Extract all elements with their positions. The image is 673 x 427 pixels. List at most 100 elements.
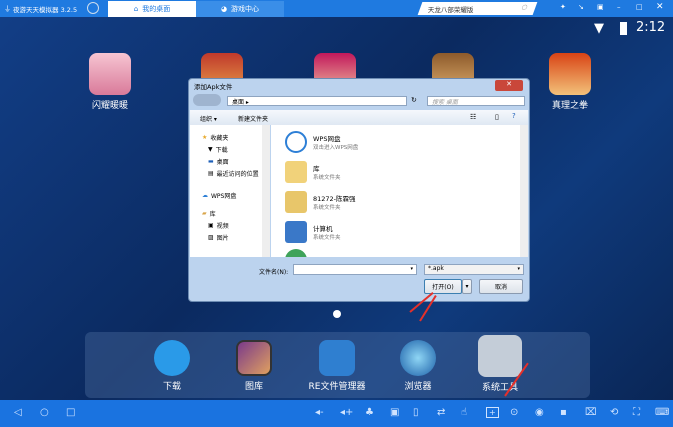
- network-icon: [285, 249, 307, 257]
- touch-icon[interactable]: ☝: [461, 407, 467, 418]
- nav-recent[interactable]: ▤ 最近访问的位置: [202, 167, 270, 179]
- help-icon[interactable]: ?: [512, 112, 516, 120]
- nav-wps[interactable]: ☁ WPS网盘: [202, 189, 270, 201]
- back-icon[interactable]: ◁: [14, 407, 22, 418]
- rotate-icon[interactable]: ⟲: [610, 407, 618, 418]
- app-title: 夜游天天模拟器 3.2.5: [13, 6, 78, 14]
- dialog-close-button[interactable]: ✕: [495, 80, 523, 91]
- nav-favorites[interactable]: ★ 收藏夹: [202, 131, 270, 143]
- organize-button[interactable]: 组织 ▾: [200, 114, 217, 123]
- location-icon[interactable]: ⊙: [510, 407, 518, 418]
- file-list: WPS网盘 双击进入WPS网盘 库系统文件夹 81272-陈霖强 系统文件夹 计算机…: [271, 125, 528, 257]
- dock-system-tools[interactable]: 系统工具: [470, 335, 530, 393]
- volume-down-icon[interactable]: ◂-: [315, 407, 324, 418]
- open-button[interactable]: 打开(O): [424, 279, 462, 294]
- add-apk-dialog: 添加Apk文件 ✕ 桌面 ▸ ↻ 搜索 桌面 组织 ▾ 新建文件夹 ☷ ▯ ? …: [188, 78, 530, 302]
- tab-game-center[interactable]: ◕ 游戏中心: [196, 1, 284, 17]
- folder-icon: [319, 340, 355, 376]
- dock-re-file-manager[interactable]: RE文件管理器: [300, 340, 374, 392]
- home-icon[interactable]: ○: [40, 407, 49, 418]
- app-shining-nikki[interactable]: 闪耀暖暖: [80, 53, 140, 111]
- list-item[interactable]: 计算机 系统文件夹: [285, 221, 341, 243]
- keyboard-icon[interactable]: ⌨: [655, 407, 669, 418]
- wifi-icon: ▼: [594, 21, 604, 36]
- nav-pictures[interactable]: ▨ 图片: [202, 231, 270, 243]
- refresh-icon[interactable]: ↻: [411, 96, 417, 104]
- dock-download[interactable]: 下载: [142, 340, 202, 392]
- title-bar: ⏚ 夜游天天模拟器 3.2.5 ⌂ 我的桌面 ◕ 游戏中心 天龙八部荣耀版 ○ ✦ ↘…: [0, 0, 673, 17]
- dialog-title: 添加Apk文件: [194, 83, 233, 91]
- search-field[interactable]: 搜索 桌面: [427, 96, 525, 106]
- cancel-button[interactable]: 取消: [479, 279, 523, 294]
- cloud-icon: [285, 131, 307, 153]
- pin-icon[interactable]: ✦: [560, 3, 566, 11]
- bottom-toolbar: ◁ ○ □ ◂- ◂+ ♣ ▣ ▯ ⇄ ☝ + ⊙ ◉ ▪ ⌧ ⟲ ⛶ ⌨: [0, 400, 673, 427]
- filename-label: 文件名(N):: [259, 269, 289, 276]
- list-item[interactable]: 网络: [285, 249, 326, 257]
- address-bar[interactable]: 桌面 ▸: [227, 96, 407, 106]
- preview-pane-icon[interactable]: ▯: [495, 113, 499, 121]
- navigation-pane: ★ 收藏夹 ▼ 下载 ▬ 桌面 ▤ 最近访问的位置 ☁ WPS网盘 ▰ 库 ▣ 视频 ▨ 图片: [190, 125, 270, 257]
- shake-icon[interactable]: ♣: [365, 407, 374, 418]
- library-icon: ▰: [202, 209, 207, 217]
- sync-icon[interactable]: ⇄: [437, 407, 445, 418]
- library-folder-icon: [285, 161, 307, 183]
- shrink-icon[interactable]: ↘: [578, 3, 584, 11]
- dock-gallery[interactable]: 图库: [224, 340, 284, 392]
- open-dropdown-button[interactable]: ▾: [462, 279, 472, 294]
- file-list-scrollbar[interactable]: [520, 125, 528, 257]
- download-icon: [154, 340, 190, 376]
- pacman-icon: ◕: [220, 5, 228, 13]
- star-icon: ★: [202, 133, 208, 141]
- app-logo-icon: ⏚: [4, 5, 11, 13]
- clear-icon[interactable]: ▯: [413, 407, 419, 418]
- cloud-icon: ☁: [202, 191, 208, 199]
- list-item[interactable]: WPS网盘 双击进入WPS网盘: [285, 131, 358, 153]
- new-folder-button[interactable]: 新建文件夹: [238, 114, 268, 123]
- shared-folder-icon[interactable]: ▪: [560, 407, 567, 418]
- nav-videos[interactable]: ▣ 视频: [202, 219, 270, 231]
- search-icon: ○: [520, 3, 530, 11]
- gallery-icon: [236, 340, 272, 376]
- minimize-icon[interactable]: –: [617, 3, 621, 11]
- list-item[interactable]: 库系统文件夹: [285, 161, 341, 183]
- view-icon[interactable]: ☷: [470, 113, 476, 121]
- fullscreen-icon[interactable]: ⛶: [633, 407, 640, 418]
- file-type-select[interactable]: *.apk ▾: [424, 264, 524, 275]
- tab-my-desktop[interactable]: ⌂ 我的桌面: [108, 1, 196, 17]
- user-folder-icon: [285, 191, 307, 213]
- computer-icon: [285, 221, 307, 243]
- nav-desktop[interactable]: ▬ 桌面: [202, 155, 270, 167]
- app-truth-fist[interactable]: 真理之拳: [540, 53, 600, 111]
- settings-icon[interactable]: ▣: [597, 3, 604, 11]
- app-icon: [549, 53, 591, 95]
- desktop-icon: ▬: [208, 157, 214, 165]
- recents-icon[interactable]: □: [66, 407, 75, 418]
- nav-downloads[interactable]: ▼ 下载: [202, 143, 270, 155]
- download-folder-icon: ▼: [208, 145, 213, 153]
- app-icon: [89, 53, 131, 95]
- folder-icon: [478, 335, 522, 377]
- volume-up-icon[interactable]: ◂+: [340, 407, 353, 418]
- macro-icon[interactable]: ⌧: [585, 407, 597, 418]
- home-icon: ⌂: [133, 5, 139, 13]
- clock: 2:12: [636, 20, 666, 35]
- screenshot-icon[interactable]: ▣: [390, 407, 399, 418]
- back-forward-buttons[interactable]: [193, 94, 221, 106]
- search-input[interactable]: 天龙八部荣耀版 ○: [417, 2, 538, 15]
- globe-icon: [400, 340, 436, 376]
- install-apk-icon[interactable]: +: [486, 407, 499, 418]
- maximize-icon[interactable]: □: [636, 3, 643, 11]
- page-indicator: [333, 310, 341, 318]
- dialog-toolbar: 组织 ▾ 新建文件夹 ☷ ▯ ?: [190, 110, 528, 125]
- battery-icon: [620, 22, 627, 35]
- close-icon[interactable]: ✕: [656, 2, 664, 12]
- user-icon[interactable]: [87, 2, 99, 14]
- video-icon: ▣: [208, 221, 214, 229]
- dock-browser[interactable]: 浏览器: [388, 340, 448, 392]
- nav-library[interactable]: ▰ 库: [202, 207, 270, 219]
- nav-scrollbar[interactable]: [262, 125, 270, 257]
- list-item[interactable]: 81272-陈霖强 系统文件夹: [285, 191, 356, 213]
- filename-input[interactable]: ▾: [293, 264, 417, 275]
- camera-icon[interactable]: ◉: [535, 407, 544, 418]
